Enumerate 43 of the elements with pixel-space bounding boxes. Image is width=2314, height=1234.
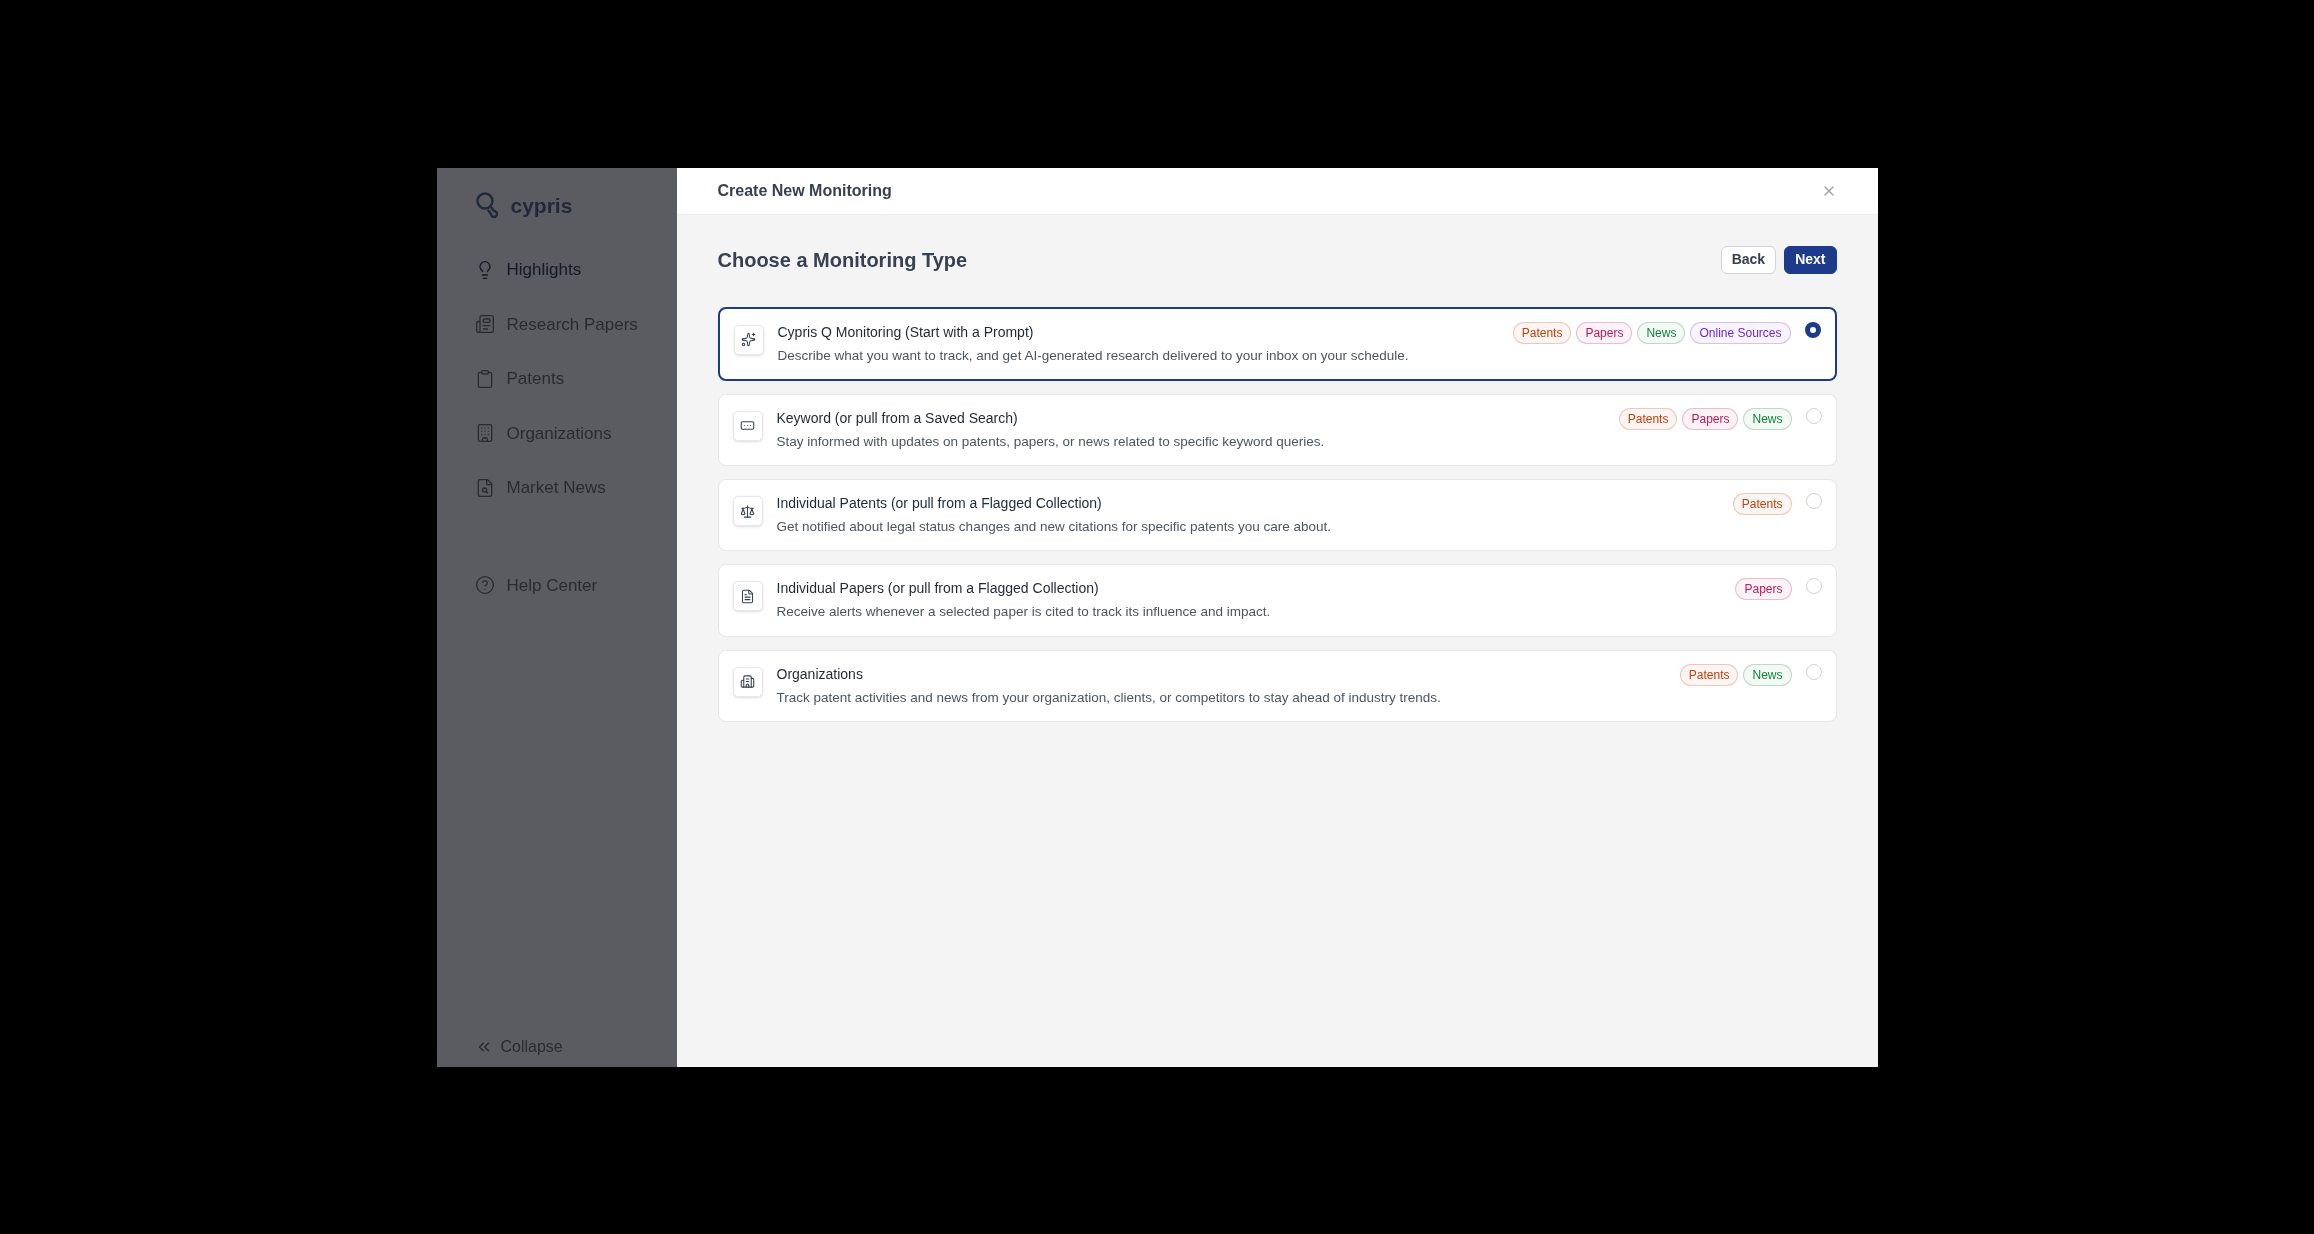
option-title: Organizations [776,664,864,684]
option-card[interactable]: Individual Patents (or pull from a Flagged Collection) Get notified about legal status changes and new citations for specific patents you care about. Patents [717,479,1837,552]
source-tag: Patents [1618,407,1678,430]
source-tag: Papers [1735,578,1792,601]
radio-button[interactable] [1805,407,1822,424]
building-icon [740,674,755,689]
sparkles-icon [741,332,756,347]
help-icon [474,575,495,596]
page-heading: Choose a Monitoring Type [717,247,968,273]
source-tag: Patents [1732,493,1792,515]
source-tag: News [1743,663,1792,686]
newspaper-icon [474,314,495,335]
source-tag: News [1637,321,1686,344]
radio-button[interactable] [1805,493,1822,509]
option-title: Cypris Q Monitoring (Start with a Prompt) [777,322,1035,342]
document-icon [740,588,755,604]
source-tag: Patents [1679,663,1739,686]
option-title: Individual Papers (or pull from a Flagged Collection) [776,579,1100,599]
logo-icon [474,191,499,220]
next-button[interactable]: Next [1784,245,1837,274]
option-title: Keyword (or pull from a Saved Search) [776,408,1019,428]
option-card[interactable]: Keyword (or pull from a Saved Search) Stay informed with updates on patents, papers, or news related to specific keyword queries. Patents Papers News [717,393,1837,466]
option-description: Track patent activities and news from your organization, clients, or competitors to stay ahead of industry trends. [776,688,1442,707]
dialog-title: Create New Monitoring [717,180,892,201]
source-tag: Patents [1512,321,1572,344]
option-card[interactable]: Cypris Q Monitoring (Start with a Prompt) Describe what you want to track, and get AI-generated research delivered to your inbox on your schedule. Patents Papers News Online Sources [717,306,1837,381]
source-tag: Papers [1682,407,1739,430]
radio-button[interactable] [1804,321,1821,338]
option-description: Describe what you want to track, and get AI-generated research delivered to your inbox on your schedule. [777,346,1410,365]
source-tag: Papers [1576,321,1633,344]
option-card[interactable]: Organizations Track patent activities and news from your organization, clients, or competitors to stay ahead of industry trends. Patents News [717,649,1837,722]
radio-button[interactable] [1805,578,1822,595]
option-title: Individual Patents (or pull from a Flagged Collection) [776,494,1103,513]
logo-text: cypris [510,192,573,219]
option-description: Stay informed with updates on patents, papers, or news related to specific keyword queries. [776,432,1326,451]
option-description: Get notified about legal status changes and new citations for specific patents you care about. [776,518,1333,536]
source-tag: Online Sources [1690,321,1791,344]
source-tag: News [1743,407,1792,430]
radio-button[interactable] [1805,663,1822,680]
back-button[interactable]: Back [1720,245,1777,274]
option-card[interactable]: Individual Papers (or pull from a Flagged Collection) Receive alerts whenever a selected paper is cited to track its influence and impact. Papers [717,564,1837,637]
scale-icon [740,503,755,519]
option-description: Receive alerts whenever a selected paper is cited to track its influence and impact. [776,603,1272,622]
